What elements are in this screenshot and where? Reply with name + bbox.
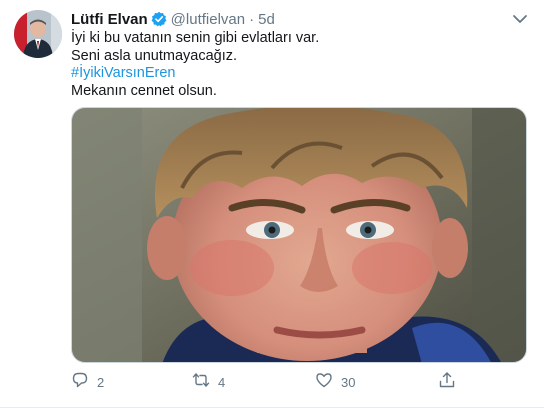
boy-portrait-image: [72, 108, 526, 362]
retweet-count: 4: [218, 374, 226, 390]
like-button[interactable]: 30: [315, 372, 355, 392]
author-handle[interactable]: @lutfielvan: [171, 11, 245, 28]
avatar-image: [14, 10, 62, 58]
share-button[interactable]: [438, 371, 456, 394]
share-icon: [438, 371, 456, 394]
tweet-text-line: Seni asla unutmayacağız.: [71, 47, 238, 64]
chevron-down-icon[interactable]: [512, 12, 528, 26]
avatar[interactable]: [14, 10, 62, 58]
reply-button[interactable]: 2: [71, 372, 104, 392]
reply-count: 2: [97, 374, 105, 390]
tweet-photo[interactable]: [71, 107, 527, 363]
like-count: 30: [341, 374, 356, 390]
retweet-button[interactable]: 4: [192, 372, 225, 392]
hashtag-link[interactable]: #İyikiVarsınEren: [71, 65, 511, 83]
header-separator: ·: [249, 10, 255, 28]
retweet-icon: [192, 371, 210, 394]
heart-icon: [315, 371, 333, 394]
tweet-timestamp[interactable]: 5d: [258, 11, 275, 28]
reply-bubble-icon: [71, 371, 89, 394]
tweet-actions: 2 4 30: [71, 371, 471, 394]
tweet-text: İyi ki bu vatanın senin gibi evlatları v…: [71, 30, 511, 100]
tweet-header: Lütfi Elvan @lutfielvan · 5d: [71, 10, 275, 28]
tweet-text-line: Mekanın cennet olsun.: [71, 82, 217, 99]
verified-badge-icon: [151, 11, 167, 27]
author-name[interactable]: Lütfi Elvan: [71, 11, 148, 28]
tweet-text-line: İyi ki bu vatanın senin gibi evlatları v…: [71, 30, 320, 46]
tweet-card[interactable]: Lütfi Elvan @lutfielvan · 5d İyi ki bu v…: [0, 0, 544, 408]
